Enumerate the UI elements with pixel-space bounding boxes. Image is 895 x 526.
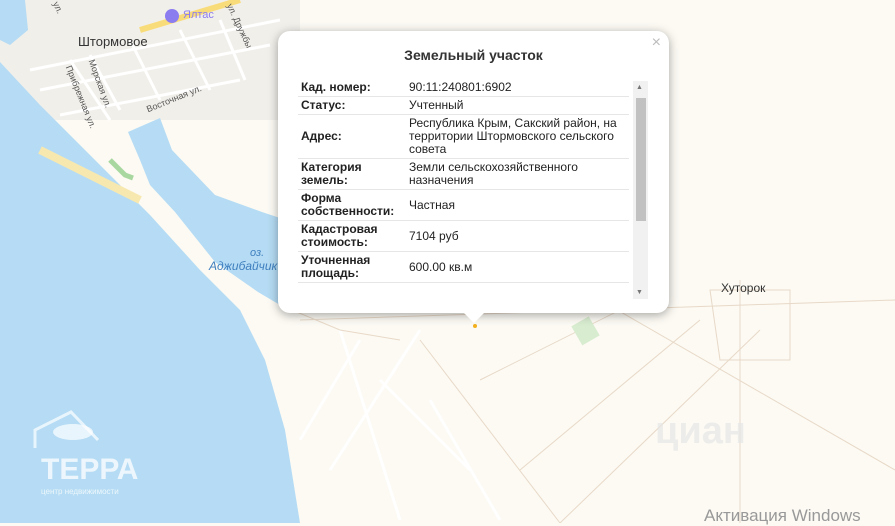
row-value: Земли сельскохозяйственного назначения: [409, 160, 578, 187]
poi-label[interactable]: Ялтас: [183, 9, 214, 21]
terra-logo: ТЕРРА центр недвижимости: [33, 410, 138, 496]
lake-label: Аджибайчик: [209, 259, 278, 273]
lake-label: оз.: [250, 247, 265, 259]
os-activation-watermark: Активация Windows: [704, 506, 861, 525]
row-value: Республика Крым, Сакский район, на терри…: [409, 116, 617, 156]
row-key: Форма собственности:: [301, 191, 395, 218]
scroll-down-icon[interactable]: ▼: [636, 289, 643, 296]
table-row: Уточненная площадь: 600.00 кв.м: [298, 252, 629, 283]
logo-name: ТЕРРА: [41, 453, 139, 486]
table-row: Кад. номер: 90:11:240801:6902: [298, 79, 629, 97]
table-row: Адрес: Республика Крым, Сакский район, на…: [298, 115, 629, 159]
row-key: Кадастровая стоимость:: [301, 222, 378, 249]
table-row: Статус: Учтенный: [298, 97, 629, 115]
row-value: 7104 руб: [409, 228, 459, 243]
house-leaf-icon: [33, 410, 100, 448]
popup-title: Земельный участок: [404, 47, 543, 63]
table-row: Кадастровая стоимость: 7104 руб: [298, 221, 629, 252]
logo-tagline: центр недвижимости: [41, 487, 119, 496]
row-key: Статус:: [301, 98, 346, 112]
place-label: Штормовое: [78, 34, 148, 49]
cian-watermark: циан: [655, 410, 746, 452]
table-row: Форма собственности: Частная: [298, 190, 629, 221]
parcel-info-popup: Земельный участок × Кад. номер: 90:11:240…: [278, 31, 669, 323]
table-row: Категория земель: Земли сельскохозяйствен…: [298, 159, 629, 190]
row-value: Частная: [409, 197, 455, 212]
row-key: Адрес:: [301, 129, 342, 143]
popup-scrollbar[interactable]: ▲ ▼: [633, 81, 648, 299]
row-key: Уточненная площадь:: [301, 253, 371, 280]
poi-yaltas-marker: [165, 9, 179, 23]
row-value: 600.00 кв.м: [409, 259, 473, 274]
scrollbar-thumb[interactable]: [636, 98, 646, 221]
row-key: Кад. номер:: [301, 80, 371, 94]
row-value: Учтенный: [409, 98, 464, 112]
row-key: Категория земель:: [301, 160, 362, 187]
scroll-up-icon[interactable]: ▲: [636, 84, 643, 91]
place-label: Хуторок: [721, 281, 766, 295]
close-icon[interactable]: ×: [652, 34, 661, 52]
parcel-info-table[interactable]: Кад. номер: 90:11:240801:6902 Статус: Учте…: [298, 79, 629, 297]
row-value: 90:11:240801:6902: [409, 80, 512, 94]
